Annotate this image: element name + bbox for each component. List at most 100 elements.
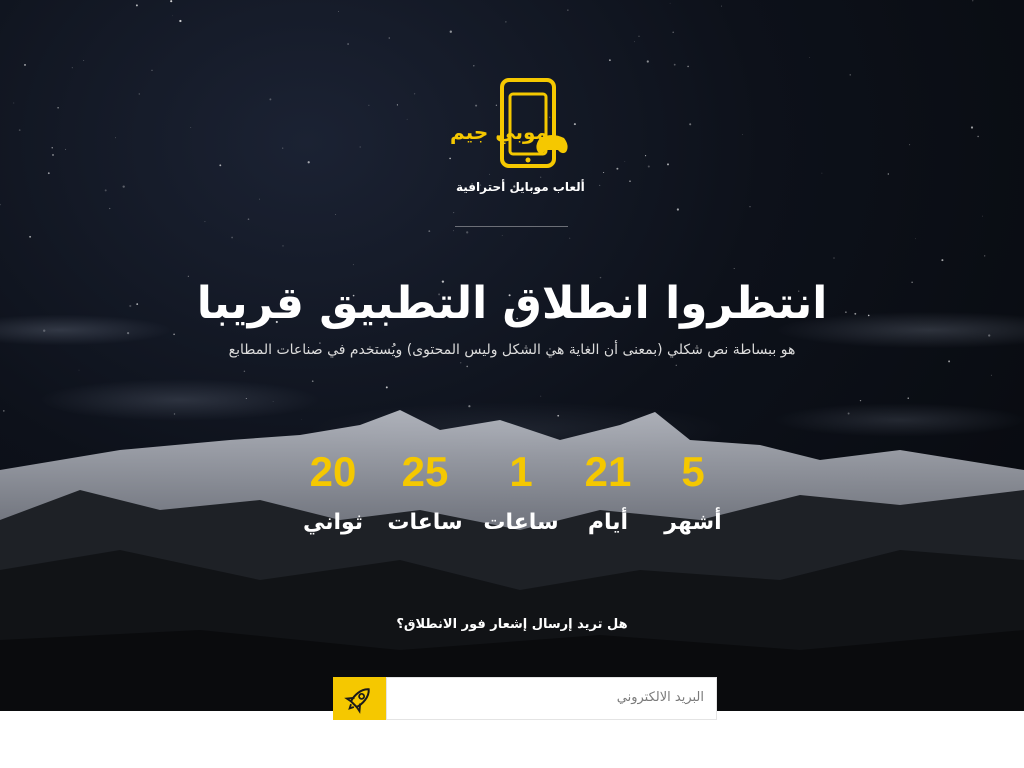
- star: [669, 2, 671, 4]
- star: [982, 215, 983, 217]
- page-subtitle: هو ببساطة نص شكلي (بمعنى أن الغاية هي ال…: [228, 342, 796, 358]
- star: [466, 231, 469, 234]
- star: [138, 93, 141, 95]
- star: [259, 198, 260, 200]
- star: [569, 237, 571, 239]
- star: [809, 56, 810, 58]
- star: [608, 59, 611, 62]
- star: [179, 19, 182, 23]
- countdown-minutes-label: ساعات: [387, 510, 463, 535]
- brand-logo: موبي جيم ألعاب موبايل أحترافية: [446, 76, 585, 204]
- star: [269, 98, 272, 101]
- star: [646, 60, 649, 63]
- page-title: انتظروا انطلاق التطبيق قريبا: [196, 278, 828, 329]
- star: [977, 135, 979, 138]
- star: [368, 104, 370, 106]
- hero-section: موبي جيم ألعاب موبايل أحترافية انتظروا ا…: [0, 0, 1024, 711]
- star: [603, 171, 605, 174]
- star: [282, 245, 284, 247]
- star: [638, 35, 640, 37]
- star: [672, 31, 674, 33]
- star: [388, 37, 391, 39]
- countdown-days-label: أيام: [587, 510, 629, 535]
- star: [282, 147, 284, 149]
- star: [115, 137, 116, 139]
- star: [104, 189, 107, 192]
- star: [887, 173, 889, 175]
- notify-form: البريد الالكتروني: [333, 677, 717, 720]
- star: [821, 172, 823, 174]
- star: [219, 164, 222, 167]
- star: [18, 129, 21, 131]
- star: [151, 69, 153, 71]
- countdown-months-value: 5: [681, 448, 705, 495]
- brand-name: موبي جيم: [450, 120, 548, 144]
- countdown-hours-value: 1: [509, 448, 533, 495]
- star: [396, 104, 398, 106]
- star: [231, 236, 233, 239]
- star: [307, 161, 310, 164]
- star: [406, 118, 408, 120]
- star: [135, 4, 138, 7]
- star: [449, 30, 452, 33]
- star: [473, 65, 475, 67]
- star: [624, 161, 626, 162]
- star: [720, 5, 722, 7]
- star: [689, 123, 692, 126]
- star: [190, 127, 192, 129]
- star: [849, 74, 851, 76]
- star: [673, 63, 676, 66]
- star: [335, 214, 337, 215]
- star: [647, 165, 650, 168]
- countdown-days-value: 21: [584, 448, 632, 495]
- star: [909, 144, 911, 146]
- star: [13, 102, 15, 104]
- star: [71, 67, 73, 69]
- star: [172, 15, 174, 17]
- mountain-landscape: [0, 410, 1024, 711]
- star: [645, 155, 647, 157]
- star: [629, 180, 631, 182]
- email-field[interactable]: البريد الالكتروني: [386, 677, 717, 720]
- countdown-months-label: أشهر: [664, 510, 722, 535]
- star: [24, 63, 26, 66]
- brand-tagline: ألعاب موبايل أحترافية: [456, 180, 585, 194]
- star: [634, 41, 635, 43]
- star: [29, 235, 32, 238]
- star: [247, 218, 250, 221]
- star: [338, 11, 339, 12]
- star: [170, 0, 173, 3]
- countdown-seconds-value: 20: [309, 448, 357, 495]
- email-placeholder: البريد الالكتروني: [616, 690, 704, 705]
- submit-button[interactable]: [333, 677, 386, 720]
- star: [359, 146, 361, 148]
- star: [505, 21, 507, 23]
- star: [83, 59, 85, 61]
- star: [970, 126, 974, 129]
- star: [501, 235, 503, 236]
- star: [47, 172, 50, 175]
- star: [52, 154, 54, 156]
- star: [567, 9, 569, 11]
- star: [667, 163, 669, 166]
- star: [347, 43, 350, 45]
- star: [749, 206, 751, 208]
- star: [109, 207, 111, 210]
- star: [57, 107, 59, 109]
- star: [428, 230, 431, 233]
- countdown-hours-label: ساعات: [483, 510, 559, 535]
- star: [915, 238, 916, 240]
- star: [204, 221, 206, 223]
- divider: [455, 226, 568, 227]
- star: [453, 230, 455, 232]
- star: [616, 167, 619, 170]
- countdown-minutes-value: 25: [401, 448, 449, 495]
- star: [676, 208, 680, 211]
- star: [413, 93, 416, 95]
- star: [51, 147, 53, 149]
- star: [453, 212, 455, 214]
- star: [599, 184, 601, 186]
- star: [65, 148, 67, 150]
- star: [122, 185, 125, 188]
- star: [0, 203, 1, 206]
